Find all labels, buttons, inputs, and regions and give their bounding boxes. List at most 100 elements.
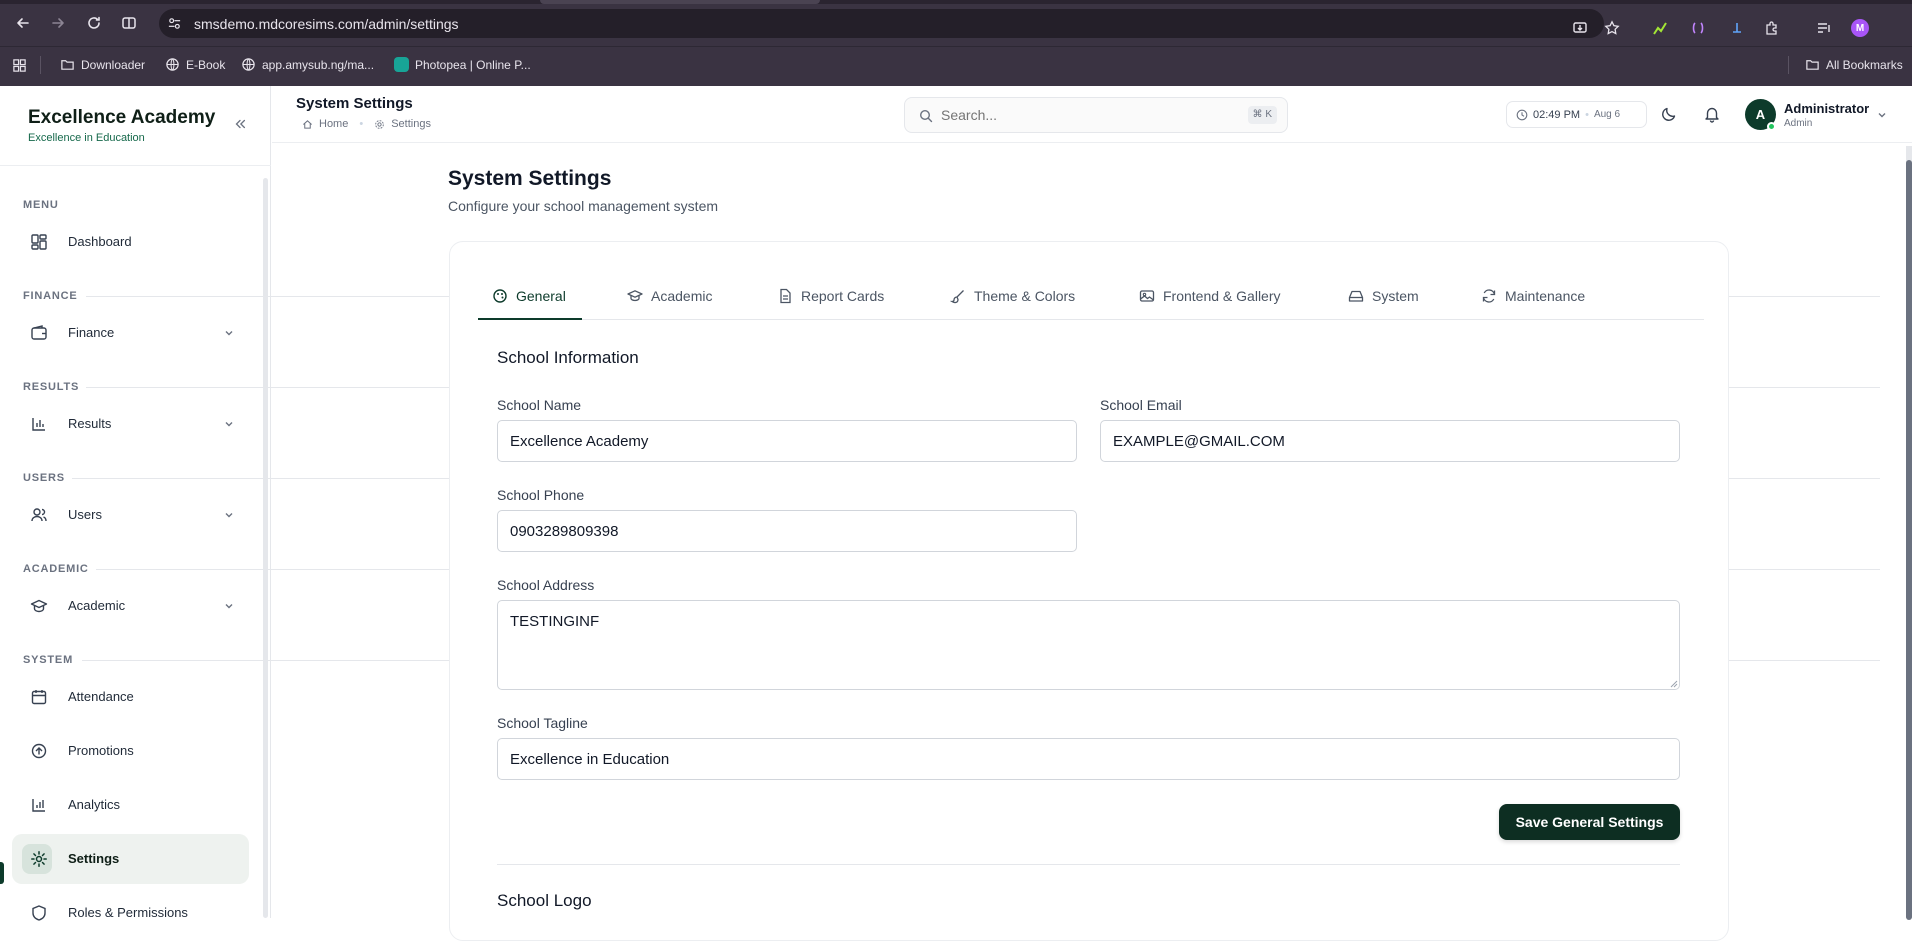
browser-tab[interactable]: [540, 0, 820, 4]
extensions-puzzle-icon[interactable]: [1764, 20, 1780, 36]
clock-icon: [1516, 109, 1528, 120]
wallet-icon: [30, 324, 48, 342]
sidebar-item-finance[interactable]: Finance: [12, 308, 249, 358]
file-text-icon: [780, 288, 791, 304]
sidebar-item-label: Attendance: [68, 689, 134, 704]
sidebar-item-attendance[interactable]: Attendance: [12, 672, 249, 722]
user-name[interactable]: Administrator: [1784, 101, 1869, 116]
image-icon: [1139, 290, 1155, 302]
save-general-settings-button[interactable]: Save General Settings: [1499, 804, 1680, 840]
resize-handle-icon[interactable]: [1668, 678, 1678, 688]
section-label-academic: ACADEMIC: [23, 563, 89, 575]
apps-grid-icon[interactable]: [12, 58, 27, 73]
sidebar-item-label: Results: [68, 416, 112, 431]
breadcrumb: Home • Settings: [302, 118, 431, 130]
chevron-down-icon[interactable]: [1876, 109, 1888, 121]
search-box[interactable]: ⌘ K: [904, 97, 1288, 133]
tab-frontend-gallery[interactable]: Frontend & Gallery: [1139, 272, 1281, 320]
tab-academic[interactable]: Academic: [627, 272, 712, 320]
sidebar-item-promotions[interactable]: Promotions: [12, 726, 249, 776]
hard-drive-icon: [1348, 290, 1364, 302]
gear-icon: [30, 850, 48, 868]
site-info-icon[interactable]: [167, 16, 182, 31]
sidebar-item-analytics[interactable]: Analytics: [12, 780, 249, 830]
bookmark-ebook[interactable]: E-Book: [165, 57, 225, 72]
moon-icon[interactable]: [1660, 105, 1678, 123]
bookmark-star-icon[interactable]: [1604, 20, 1620, 36]
chevron-down-icon: [223, 327, 235, 339]
search-input[interactable]: [941, 107, 1221, 123]
sidebar-item-academic[interactable]: Academic: [12, 581, 249, 631]
split-view-icon[interactable]: [119, 13, 139, 33]
section-divider: [497, 864, 1680, 865]
bookmark-downloader[interactable]: Downloader: [60, 57, 145, 72]
tab-system[interactable]: System: [1348, 272, 1419, 320]
folder-icon: [1806, 60, 1819, 70]
graduation-cap-icon: [30, 597, 48, 615]
folder-icon: [61, 60, 74, 70]
shield-icon: [30, 904, 48, 922]
sidebar-item-settings[interactable]: Settings: [12, 834, 249, 884]
tab-theme-colors[interactable]: Theme & Colors: [950, 272, 1075, 320]
analytics-icon: [30, 796, 48, 814]
globe-icon: [242, 58, 255, 71]
sidebar-item-users[interactable]: Users: [12, 490, 249, 540]
section-label-system: SYSTEM: [23, 654, 74, 666]
school-name-input[interactable]: [497, 420, 1077, 462]
media-controls-icon[interactable]: [1816, 20, 1832, 36]
breadcrumb-settings: Settings: [391, 118, 431, 130]
profile-avatar[interactable]: M: [1851, 19, 1869, 37]
bar-chart-icon: [30, 415, 48, 433]
sidebar-item-label: Finance: [68, 325, 115, 340]
search-icon: [919, 109, 933, 123]
school-tagline-input[interactable]: [497, 738, 1680, 780]
reload-icon[interactable]: [84, 13, 104, 33]
school-name-label: School Name: [497, 397, 582, 413]
main-scrollbar-thumb[interactable]: [1906, 160, 1912, 920]
sidebar-item-dashboard[interactable]: Dashboard: [12, 217, 249, 267]
page-subtitle: Configure your school management system: [448, 198, 719, 214]
sidebar-item-label: Analytics: [68, 797, 121, 812]
sidebar-item-roles-permissions[interactable]: Roles & Permissions: [12, 888, 249, 938]
tab-report-cards[interactable]: Report Cards: [777, 272, 884, 320]
all-bookmarks-button[interactable]: All Bookmarks: [1805, 57, 1903, 72]
school-address-textarea[interactable]: TESTINGINF: [497, 600, 1680, 690]
bookmark-amysub[interactable]: app.amysub.ng/ma...: [241, 57, 374, 72]
refresh-icon: [1482, 289, 1496, 303]
online-status-dot: [1767, 122, 1776, 131]
school-email-input[interactable]: [1100, 420, 1680, 462]
school-address-label: School Address: [497, 577, 595, 593]
install-app-icon[interactable]: [1572, 20, 1588, 36]
extension-brackets-icon[interactable]: [1690, 20, 1706, 36]
clock-date: Aug 6: [1593, 109, 1621, 120]
chevron-down-icon: [223, 509, 235, 521]
sidebar-scrollbar[interactable]: [263, 178, 268, 918]
extension-arrow-icon[interactable]: [1728, 20, 1744, 36]
bell-icon[interactable]: [1703, 105, 1721, 123]
user-role: Admin: [1784, 118, 1813, 129]
brand-name: Excellence Academy: [28, 107, 216, 128]
collapse-sidebar-icon[interactable]: [233, 117, 249, 133]
photopea-logo-icon: [394, 57, 409, 72]
brand-tagline: Excellence in Education: [28, 132, 145, 144]
sidebar-item-label: Dashboard: [68, 234, 132, 249]
breadcrumb-home[interactable]: Home: [319, 118, 348, 130]
chevron-down-icon: [223, 600, 235, 612]
active-tab-indicator: [478, 318, 582, 320]
sidebar-item-label: Users: [68, 507, 102, 522]
gear-icon: [375, 119, 385, 129]
bookmark-photopea[interactable]: Photopea | Online P...: [394, 57, 531, 72]
school-phone-input[interactable]: [497, 510, 1077, 552]
page-title: System Settings: [448, 167, 612, 190]
school-logo-title: School Logo: [497, 891, 592, 910]
chevron-down-icon: [223, 418, 235, 430]
back-icon[interactable]: [13, 13, 33, 33]
forward-icon[interactable]: [48, 13, 68, 33]
sidebar-item-label: Promotions: [68, 743, 134, 758]
address-url[interactable]: smsdemo.mdcoresims.com/admin/settings: [194, 16, 459, 32]
tab-general[interactable]: General: [492, 272, 566, 320]
sidebar-item-results[interactable]: Results: [12, 399, 249, 449]
extension-chart-icon[interactable]: [1652, 20, 1668, 36]
tab-maintenance[interactable]: Maintenance: [1481, 272, 1585, 320]
dashboard-icon: [30, 233, 48, 251]
